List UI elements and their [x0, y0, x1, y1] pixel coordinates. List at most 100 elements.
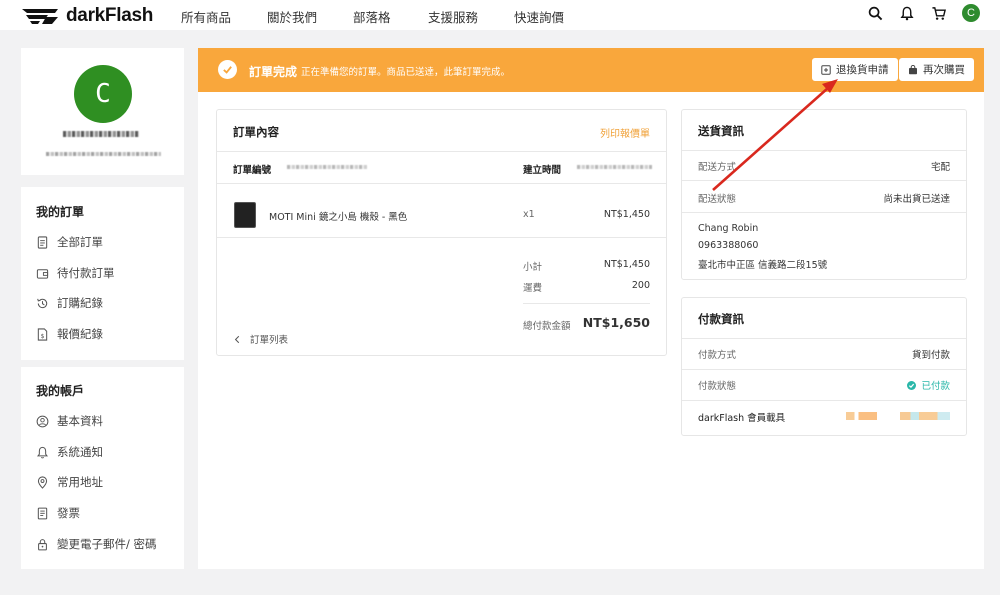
menu-change-email-password-label: 變更電子郵件/ 密碼 — [57, 537, 157, 551]
shipping-info-card: 送貨資訊 配送方式 宅配 配送狀態 尚未出貨已送達 Chang Robin 09… — [681, 109, 967, 280]
return-box-icon — [821, 64, 831, 75]
divider — [523, 303, 650, 304]
carrier-code-redacted — [846, 412, 950, 420]
subtotal-value: NT$1,450 — [603, 259, 650, 270]
return-request-label: 退換貨申請 — [836, 64, 889, 76]
menu-order-history[interactable]: 訂購紀錄 — [36, 295, 103, 311]
menu-all-orders[interactable]: 全部訂單 — [36, 234, 103, 250]
product-thumbnail[interactable] — [234, 202, 256, 228]
order-content-title: 訂單內容 — [233, 125, 279, 139]
divider — [682, 400, 966, 401]
recipient-address: 臺北市中正區 信義路二段15號 — [698, 260, 828, 271]
orders-menu: 我的訂單 全部訂單 待付款訂單 訂購紀錄 $ 報價紀錄 — [21, 187, 184, 360]
invoice-icon — [37, 507, 48, 519]
nav-all-products[interactable]: 所有商品 — [181, 7, 267, 26]
product-quantity: x1 — [523, 209, 535, 220]
nav-quick-quote[interactable]: 快速詢價 — [514, 7, 574, 26]
order-number-label: 訂單編號 — [233, 165, 272, 176]
menu-quote-history[interactable]: $ 報價紀錄 — [36, 326, 103, 342]
banner-title: 訂單完成 — [249, 65, 298, 79]
logo[interactable]: darkFlash — [22, 5, 153, 27]
nav-support[interactable]: 支援服務 — [428, 7, 514, 26]
profile-avatar: C — [74, 65, 132, 123]
top-navbar: darkFlash 所有商品 關於我們 部落格 支援服務 快速詢價 C — [0, 0, 1000, 30]
shipping-method-label: 配送方式 — [698, 162, 737, 173]
menu-pending-payment[interactable]: 待付款訂單 — [36, 265, 115, 281]
divider — [217, 151, 666, 152]
created-time-redacted — [577, 165, 652, 169]
shipping-info-title: 送貨資訊 — [698, 124, 744, 138]
main-nav: 所有商品 關於我們 部落格 支援服務 快速詢價 — [181, 7, 574, 26]
shipping-fee-label: 運費 — [523, 283, 543, 294]
carrier-label: darkFlash 會員載具 — [698, 413, 786, 424]
product-price: NT$1,450 — [603, 209, 650, 220]
divider — [682, 180, 966, 181]
divider — [682, 369, 966, 370]
bell-icon[interactable] — [898, 4, 916, 22]
menu-quote-history-label: 報價紀錄 — [57, 327, 103, 341]
order-status-banner: 訂單完成 正在準備您的訂單。商品已送達，此筆訂單完成。 退換貨申請 再次購買 — [198, 48, 984, 92]
divider — [217, 183, 666, 184]
payment-method-value: 貨到付款 — [911, 350, 950, 361]
darkflash-logo-icon — [22, 9, 58, 24]
payment-status-label: 付款狀態 — [698, 381, 737, 392]
shipping-method-value: 宅配 — [930, 162, 950, 173]
menu-invoice-label: 發票 — [57, 506, 80, 520]
menu-profile-label: 基本資料 — [57, 414, 103, 428]
cart-icon[interactable] — [930, 4, 948, 22]
profile-name-redacted — [63, 131, 139, 137]
order-number-redacted — [287, 165, 367, 169]
shipping-status-label: 配送狀態 — [698, 194, 737, 205]
menu-notifications[interactable]: 系統通知 — [36, 444, 103, 460]
payment-method-label: 付款方式 — [698, 350, 737, 361]
payment-status-value: 已付款 — [921, 381, 950, 392]
menu-addresses[interactable]: 常用地址 — [36, 474, 103, 490]
menu-addresses-label: 常用地址 — [57, 475, 103, 489]
profile-card: C — [21, 48, 184, 175]
menu-all-orders-label: 全部訂單 — [57, 235, 103, 249]
wallet-icon — [36, 268, 49, 279]
payment-info-title: 付款資訊 — [698, 312, 744, 326]
orders-menu-title: 我的訂單 — [36, 205, 85, 219]
nav-about[interactable]: 關於我們 — [267, 7, 353, 26]
account-menu: 我的帳戶 基本資料 系統通知 常用地址 發票 變更電子郵件/ 密碼 — [21, 367, 184, 569]
total-label: 總付款金額 — [523, 321, 571, 332]
history-icon — [37, 298, 48, 308]
product-name[interactable]: MOTI Mini 鏡之小島 機殼 - 黑色 — [269, 209, 407, 223]
search-icon[interactable] — [866, 4, 884, 22]
check-circle-icon — [907, 380, 917, 390]
created-time-label: 建立時間 — [523, 165, 562, 176]
checkmark-icon — [218, 60, 237, 79]
divider — [682, 150, 966, 151]
menu-invoice[interactable]: 發票 — [36, 505, 80, 521]
payment-status: 已付款 — [907, 378, 950, 392]
menu-notifications-label: 系統通知 — [57, 445, 103, 459]
recipient-phone: 0963388060 — [698, 240, 759, 251]
divider — [682, 212, 966, 213]
menu-profile[interactable]: 基本資料 — [36, 413, 103, 429]
top-icons: C — [866, 4, 980, 22]
divider — [682, 338, 966, 339]
back-to-order-list-label: 訂單列表 — [250, 335, 289, 346]
account-menu-title: 我的帳戶 — [36, 384, 85, 398]
user-circle-icon — [36, 415, 49, 427]
nav-blog[interactable]: 部落格 — [353, 7, 428, 26]
bell-icon — [36, 446, 49, 458]
profile-avatar-letter: C — [95, 79, 111, 109]
menu-order-history-label: 訂購紀錄 — [57, 296, 103, 310]
rebuy-button[interactable]: 再次購買 — [899, 58, 974, 81]
back-to-order-list[interactable]: 訂單列表 — [233, 332, 288, 346]
lock-icon — [38, 538, 47, 550]
menu-pending-payment-label: 待付款訂單 — [57, 266, 115, 280]
shipping-fee-value: 200 — [631, 280, 650, 291]
menu-change-email-password[interactable]: 變更電子郵件/ 密碼 — [36, 536, 157, 552]
user-avatar[interactable]: C — [962, 4, 980, 22]
payment-info-card: 付款資訊 付款方式 貨到付款 付款狀態 已付款 darkFlash 會員載具 — [681, 297, 967, 436]
print-quote-link[interactable]: 列印報價單 — [600, 125, 650, 140]
location-pin-icon — [37, 475, 48, 489]
return-request-button[interactable]: 退換貨申請 — [812, 58, 898, 81]
subtotal-label: 小計 — [523, 262, 543, 273]
chevron-left-icon — [234, 335, 240, 343]
divider — [217, 237, 666, 238]
banner-text: 正在準備您的訂單。商品已送達，此筆訂單完成。 — [301, 67, 511, 78]
